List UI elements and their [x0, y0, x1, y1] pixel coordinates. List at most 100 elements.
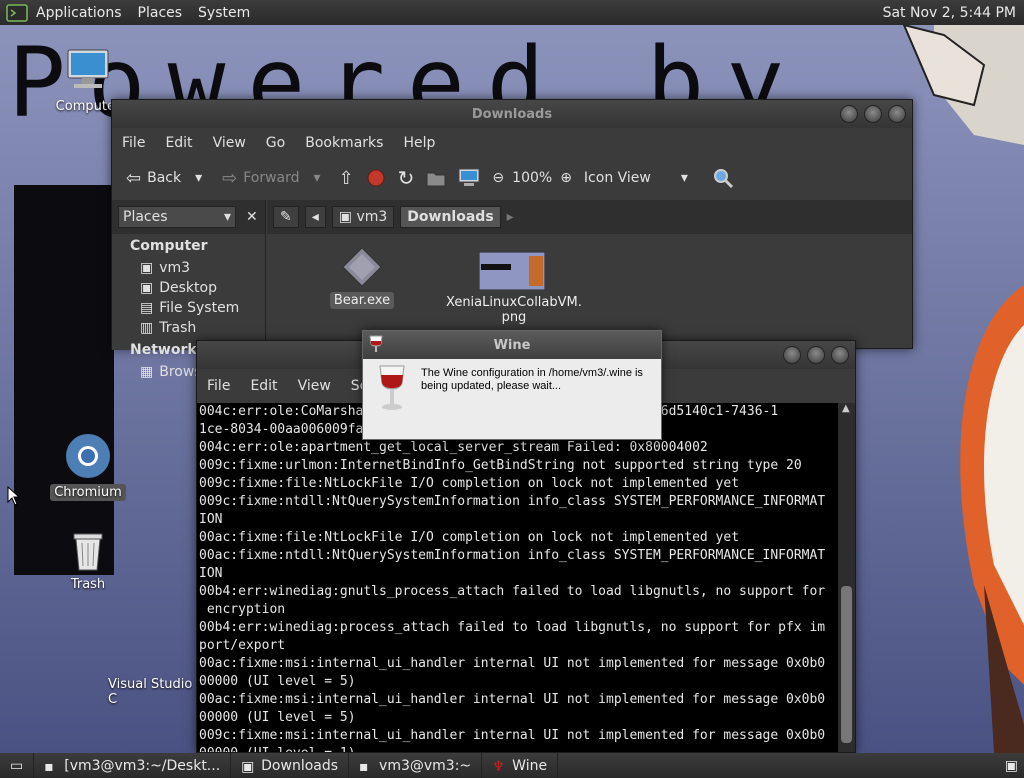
search-icon[interactable]: [708, 167, 738, 189]
window-title: Downloads: [471, 106, 553, 122]
breadcrumb: ✎ ◂ ▣ vm3 Downloads ▸: [267, 200, 912, 234]
window-title: Wine: [493, 337, 531, 353]
up-arrow-icon[interactable]: ⇧: [335, 168, 358, 189]
image-thumbnail: [478, 251, 546, 291]
terminal-scrollbar[interactable]: ▲: [838, 403, 855, 752]
terminal-line: 00ac:fixme:msi:internal_ui_handler inter…: [199, 656, 826, 671]
sidebar-type-select[interactable]: Places ▾: [118, 206, 236, 228]
maximize-button[interactable]: [864, 105, 882, 123]
terminal-line: 00b4:err:winediag:process_attach failed …: [199, 620, 826, 635]
menu-edit[interactable]: Edit: [240, 378, 287, 394]
zoom-level: 100%: [512, 170, 553, 186]
desktop-icon-label: Chromium: [50, 484, 126, 501]
chevron-down-icon: ▾: [680, 170, 688, 186]
menu-file[interactable]: File: [197, 378, 240, 394]
workspace-switcher[interactable]: ▣: [1005, 758, 1018, 774]
drive-icon: ▤: [140, 300, 154, 316]
menu-applications[interactable]: Applications: [28, 5, 130, 21]
minimize-button[interactable]: [840, 105, 858, 123]
zoom-out-icon[interactable]: ⊖: [488, 170, 508, 186]
wine-glass-icon: ♆: [492, 758, 505, 775]
menu-places[interactable]: Places: [130, 5, 191, 21]
terminal-line: 004c:err:ole:apartment_get_local_server_…: [199, 440, 708, 455]
taskbar-item-downloads[interactable]: ▣ Downloads: [231, 753, 350, 778]
sidebar-item-vm3[interactable]: ▣ vm3: [112, 258, 265, 278]
sidebar-item-desktop[interactable]: ▣ Desktop: [112, 278, 265, 298]
terminal-line: 009c:fixme:msi:internal_ui_handler inter…: [199, 728, 826, 743]
close-button[interactable]: [888, 105, 906, 123]
desktop-icon-label: Trash: [70, 577, 106, 592]
view-mode-select[interactable]: Icon View ▾: [580, 170, 692, 186]
maximize-button[interactable]: [807, 346, 825, 364]
terminal-line: 00000 (UI level = 1): [199, 745, 838, 752]
terminal-logo-icon[interactable]: [6, 3, 28, 22]
menu-system[interactable]: System: [190, 5, 258, 21]
file-manager-titlebar[interactable]: Downloads: [112, 100, 912, 128]
edit-location-icon[interactable]: ✎: [273, 206, 299, 228]
taskbar-item-terminal-desktop[interactable]: ▪ [vm3@vm3:~/Deskt...: [34, 753, 232, 778]
desktop-icon-trash[interactable]: Trash: [48, 528, 128, 593]
close-button[interactable]: [831, 346, 849, 364]
menu-file[interactable]: File: [112, 135, 155, 151]
exe-file-icon: [342, 247, 382, 287]
wine-message: The Wine configuration in /home/vm3/.win…: [421, 367, 643, 392]
menu-edit[interactable]: Edit: [155, 135, 202, 151]
chevron-down-icon[interactable]: ▾: [195, 170, 202, 186]
show-desktop-button[interactable]: ▭: [0, 753, 35, 778]
terminal-line: 009c:fixme:ntdll:NtQuerySystemInformatio…: [199, 494, 826, 509]
breadcrumb-downloads[interactable]: Downloads: [400, 206, 501, 228]
path-right-arrow-icon[interactable]: ▸: [507, 209, 514, 225]
taskbar-item-terminal[interactable]: ▪ vm3@vm3:~: [349, 753, 483, 778]
forward-arrow-icon: ⇨: [222, 167, 238, 189]
sidebar: Computer ▣ vm3 ▣ Desktop ▤ File System ▥…: [112, 234, 266, 380]
reload-icon[interactable]: ↻: [394, 166, 419, 190]
menu-view[interactable]: View: [203, 135, 256, 151]
menu-help[interactable]: Help: [393, 135, 445, 151]
terminal-line: port/export: [199, 638, 286, 653]
desktop-icon-chromium[interactable]: Chromium: [48, 432, 128, 501]
terminal-line: 00000 (UI level = 5): [199, 710, 356, 725]
toolbar: ⇦ Back ▾ ⇨ Forward ▾ ⇧ ↻ ⊖ 100% ⊕ Icon V…: [112, 158, 912, 198]
minimize-button[interactable]: [783, 346, 801, 364]
breadcrumb-vm3[interactable]: ▣ vm3: [331, 206, 395, 228]
terminal-icon: ▪: [44, 758, 54, 775]
terminal-line: ION: [199, 566, 223, 581]
computer-icon[interactable]: [454, 168, 484, 188]
clock[interactable]: Sat Nov 2, 5:44 PM: [883, 5, 1024, 21]
bottom-panel: ▭ ▪ [vm3@vm3:~/Deskt... ▣ Downloads ▪ vm…: [0, 753, 1024, 778]
menu-bookmarks[interactable]: Bookmarks: [295, 135, 393, 151]
zoom-in-icon[interactable]: ⊕: [556, 170, 576, 186]
menu-go[interactable]: Go: [256, 135, 295, 151]
menu-view[interactable]: View: [288, 378, 341, 394]
path-left-arrow-icon[interactable]: ◂: [304, 206, 326, 228]
file-item-xenia-png[interactable]: XeniaLinuxCollabVM. png: [442, 251, 582, 326]
home-folder-icon[interactable]: [422, 169, 450, 187]
folder-icon: ▣: [140, 280, 154, 296]
terminal-output[interactable]: 004c:err:ole:CoMarsha rface {6d5140c1-74…: [197, 403, 840, 752]
mouse-cursor-icon: [7, 486, 19, 506]
back-button[interactable]: ⇦ Back ▾: [122, 168, 206, 189]
sidebar-item-file-system[interactable]: ▤ File System: [112, 298, 265, 318]
terminal-icon: ▪: [359, 758, 369, 775]
forward-button[interactable]: ⇨ Forward ▾: [218, 168, 324, 189]
menubar: File Edit View Go Bookmarks Help: [112, 128, 912, 158]
terminal-line: 009c:fixme:urlmon:InternetBindInfo_GetBi…: [199, 458, 802, 473]
wine-titlebar[interactable]: Wine: [363, 331, 661, 359]
home-folder-icon: ▣: [338, 209, 352, 225]
terminal-line: encryption: [199, 602, 286, 617]
wine-glass-icon: [379, 365, 405, 410]
stop-icon[interactable]: [362, 168, 390, 188]
taskbar-item-wine[interactable]: ♆ Wine: [482, 753, 559, 778]
scrollbar-thumb[interactable]: [841, 586, 852, 743]
sidebar-item-trash[interactable]: ▥ Trash: [112, 318, 265, 338]
wallpaper-letter-shape: [14, 185, 114, 575]
close-sidebar-icon[interactable]: ✕: [246, 209, 258, 225]
file-item-bear-exe[interactable]: Bear.exe: [317, 246, 407, 309]
terminal-line: 00b4:err:winediag:gnutls_process_attach …: [199, 584, 826, 599]
folder-icon: ▣: [241, 758, 255, 775]
desktop-icon-visual-studio[interactable]: Visual Studio C: [104, 676, 204, 708]
file-manager-window: Downloads File Edit View Go Bookmarks He…: [111, 99, 913, 380]
terminal-line: 00ac:fixme:file:NtLockFile I/O completio…: [199, 530, 740, 545]
home-folder-icon: ▣: [140, 260, 154, 276]
scroll-up-icon[interactable]: ▲: [842, 403, 850, 414]
